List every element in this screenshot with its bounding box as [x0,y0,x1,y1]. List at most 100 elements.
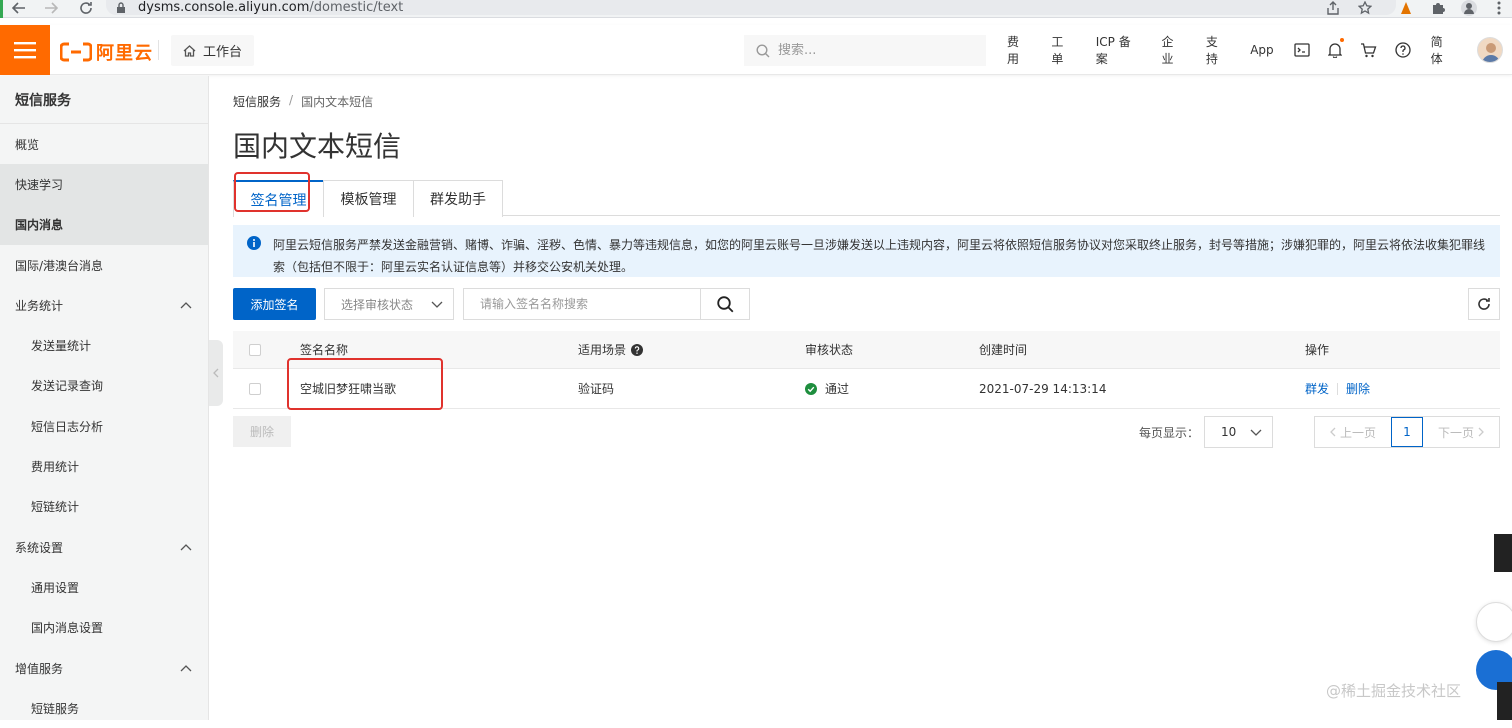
chevron-right-icon [1478,427,1484,437]
aliyun-logo[interactable]: 阿里云 [60,39,153,65]
select-all-checkbox[interactable] [249,343,261,356]
global-search[interactable] [744,35,986,66]
floating-corner-widget[interactable] [1497,682,1512,720]
sidebar-item-cost-stats[interactable]: 费用统计 [0,446,208,486]
watermark: @稀土掘金技术社区 [1326,682,1462,700]
sidebar-collapse-button[interactable] [209,340,223,406]
page-1-button[interactable]: 1 [1391,417,1423,447]
language-switch[interactable]: 简体 [1420,25,1464,75]
user-avatar[interactable] [1464,25,1512,75]
search-button[interactable] [700,288,750,320]
actions-cell: 群发 删除 [1305,369,1370,408]
row-checkbox[interactable] [249,382,261,395]
cloud-shell-icon[interactable] [1285,25,1319,75]
page-title: 国内文本短信 [233,130,402,163]
breadcrumb-root[interactable]: 短信服务 [233,93,281,110]
signature-search-input[interactable] [480,297,680,311]
question-icon [631,343,644,356]
search-icon [716,295,733,312]
row-checkbox-cell [249,369,261,408]
address-bar[interactable]: dysms.console.aliyun.com/domestic/text [106,0,1396,15]
refresh-button[interactable] [1468,288,1500,320]
top-nav: 费用 工单 ICP 备案 企业 支持 App 简体 [996,25,1512,75]
table-footer: 删除 每页显示： 10 上一页 1 下一页 [233,416,1500,448]
sidebar-item-overview[interactable]: 概览 [0,124,208,164]
col-scene-label: 适用场景 [578,343,627,357]
chevron-up-icon [180,543,192,551]
divider [158,40,159,60]
extension-icon[interactable] [1395,0,1417,16]
page-size-select[interactable]: 10 [1204,416,1273,448]
batch-delete-button[interactable]: 删除 [233,416,291,447]
cart-icon[interactable] [1351,25,1386,75]
tab-template-management[interactable]: 模板管理 [323,180,414,217]
delete-link[interactable]: 删除 [1346,380,1370,397]
nav-app[interactable]: App [1239,25,1284,75]
sidebar-item-label: 国内消息 [15,218,64,233]
add-signature-button[interactable]: 添加签名 [233,288,316,320]
workbench-label: 工作台 [203,45,243,60]
chevron-down-icon [1250,429,1262,436]
breadcrumb-current: 国内文本短信 [301,95,374,109]
sidebar: 短信服务 概览 快速学习 国内消息 国际/港澳台消息 业务统计 发送量统计 发送… [0,76,209,720]
col-review-status: 审核状态 [805,343,854,357]
signature-search-field[interactable] [463,288,701,320]
floating-toolbar[interactable] [1494,534,1512,572]
chevron-left-icon [213,368,219,378]
sidebar-item-shortlink-service[interactable]: 短链服务 [0,688,208,728]
nav-ticket[interactable]: 工单 [1040,25,1084,75]
sidebar-item-general-settings[interactable]: 通用设置 [0,567,208,607]
forward-icon[interactable] [40,0,62,16]
nav-billing[interactable]: 费用 [996,25,1040,75]
bulk-send-link[interactable]: 群发 [1305,380,1329,397]
notice-text: 阿里云短信服务严禁发送金融营销、赌博、诈骗、淫秽、色情、暴力等违规信息，如您的阿… [273,238,1486,274]
sidebar-item-quickstart[interactable]: 快速学习 [0,164,208,205]
logo-text: 阿里云 [96,43,153,64]
sidebar-group-stats[interactable]: 业务统计 [0,285,208,325]
prev-page-label: 上一页 [1339,425,1376,440]
bookmark-star-icon[interactable] [1354,0,1376,16]
col-created-time: 创建时间 [979,343,1028,357]
nav-icp[interactable]: ICP 备案 [1085,25,1151,75]
puzzle-icon[interactable] [1427,0,1449,16]
sidebar-item-international[interactable]: 国际/港澳台消息 [0,245,208,285]
sidebar-item-label: 国际/港澳台消息 [15,258,104,273]
chevron-down-icon [431,301,443,308]
reload-icon[interactable] [75,0,97,16]
home-icon [183,44,196,57]
help-icon[interactable] [1386,25,1420,75]
tab-signature-management[interactable]: 签名管理 [233,180,324,217]
compliance-notice: 阿里云短信服务严禁发送金融营销、赌博、诈骗、淫秽、色情、暴力等违规信息，如您的阿… [233,225,1500,277]
review-status-select[interactable]: 选择审核状态 [324,288,454,320]
sidebar-item-domestic-settings[interactable]: 国内消息设置 [0,608,208,648]
global-search-input[interactable] [778,43,978,58]
header-checkbox-cell [249,331,261,368]
next-page-button[interactable]: 下一页 [1423,417,1499,447]
console-topbar: 阿里云 工作台 费用 工单 ICP 备案 企业 支持 App 简体 [0,25,1512,75]
sidebar-group-value-added[interactable]: 增值服务 [0,648,208,688]
action-divider [1337,382,1339,395]
lock-icon [116,1,126,14]
prev-page-button[interactable]: 上一页 [1315,417,1391,447]
tab-bulk-send[interactable]: 群发助手 [413,180,503,217]
sidebar-item-send-volume[interactable]: 发送量统计 [0,325,208,365]
bell-icon[interactable] [1319,25,1351,75]
sidebar-item-label: 费用统计 [31,460,80,475]
avatar-icon [1477,37,1503,63]
share-icon[interactable] [1322,0,1344,16]
back-icon[interactable] [8,0,30,16]
sidebar-item-shortlink-stats[interactable]: 短链统计 [0,487,208,527]
url-host: dysms.console.aliyun.com [138,0,310,15]
floating-feedback-button[interactable] [1476,602,1512,642]
sidebar-item-log-analysis[interactable]: 短信日志分析 [0,406,208,446]
nav-enterprise[interactable]: 企业 [1150,25,1194,75]
menu-button[interactable] [0,25,50,75]
more-icon[interactable] [1488,0,1510,16]
sidebar-item-domestic[interactable]: 国内消息 [0,204,208,245]
sidebar-group-settings[interactable]: 系统设置 [0,527,208,567]
workbench-button[interactable]: 工作台 [171,35,255,66]
col-signature-name: 签名名称 [300,343,349,357]
profile-icon[interactable] [1458,0,1480,16]
nav-support[interactable]: 支持 [1195,25,1239,75]
sidebar-item-send-records[interactable]: 发送记录查询 [0,366,208,406]
